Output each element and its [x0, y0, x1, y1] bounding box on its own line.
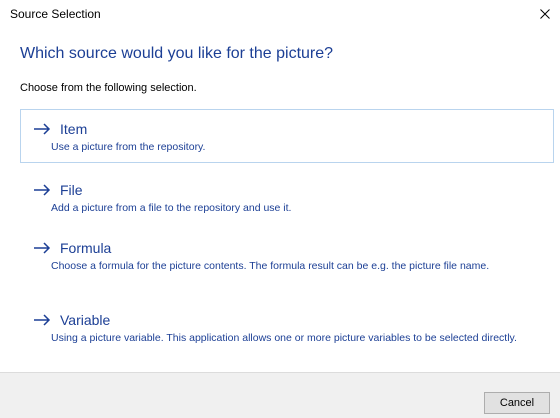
dialog-heading: Which source would you like for the pict…	[20, 45, 334, 62]
dialog-instruction: Choose from the following selection.	[20, 82, 197, 94]
arrow-right-icon	[33, 242, 51, 254]
option-file-description: Add a picture from a file to the reposit…	[51, 202, 292, 214]
option-file-label: File	[60, 182, 83, 198]
close-button[interactable]	[530, 0, 560, 27]
option-formula[interactable]: Formula Choose a formula for the picture…	[20, 228, 554, 290]
arrow-right-icon	[33, 184, 51, 196]
arrow-right-icon	[33, 123, 51, 135]
cancel-button[interactable]: Cancel	[484, 392, 550, 414]
arrow-right-icon	[33, 314, 51, 326]
option-file[interactable]: File Add a picture from a file to the re…	[20, 170, 554, 220]
dialog-footer: Cancel	[0, 372, 560, 418]
option-item[interactable]: Item Use a picture from the repository.	[20, 109, 554, 163]
title-bar: Source Selection	[0, 0, 560, 27]
option-item-label: Item	[60, 121, 88, 137]
option-variable[interactable]: Variable Using a picture variable. This …	[20, 300, 554, 362]
close-icon	[540, 8, 550, 19]
option-variable-description: Using a picture variable. This applicati…	[51, 332, 517, 344]
window-title: Source Selection	[10, 7, 101, 21]
option-formula-description: Choose a formula for the picture content…	[51, 260, 490, 272]
option-formula-label: Formula	[60, 240, 112, 256]
option-item-description: Use a picture from the repository.	[51, 141, 206, 153]
option-variable-label: Variable	[60, 312, 111, 328]
